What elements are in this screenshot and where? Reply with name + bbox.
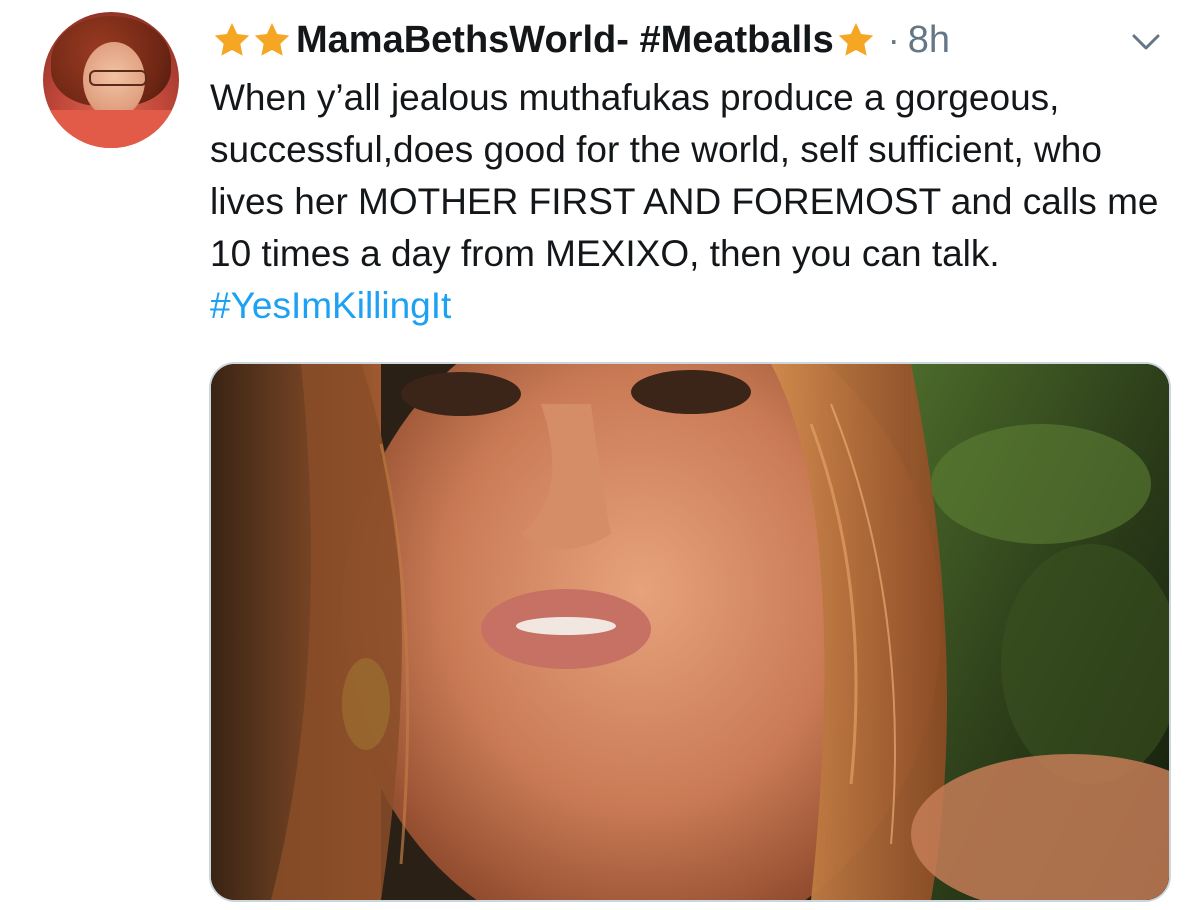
star-icon xyxy=(214,23,250,56)
chevron-down-icon[interactable] xyxy=(1128,24,1164,60)
timestamp[interactable]: 8h xyxy=(908,19,950,62)
photo-icon xyxy=(211,364,1169,900)
star-icon xyxy=(254,23,290,56)
separator-dot: · xyxy=(887,19,900,60)
tweet-text: When y’all jealous muthafukas produce a … xyxy=(210,72,1185,332)
display-name[interactable]: MamaBethsWorld- #Meatballs xyxy=(296,19,834,62)
avatar-glasses xyxy=(89,70,147,86)
avatar-shirt xyxy=(43,110,179,148)
tweet-header: MamaBethsWorld- #Meatballs · 8h xyxy=(212,16,950,64)
tweet: MamaBethsWorld- #Meatballs · 8h When y’a… xyxy=(0,0,1200,910)
avatar[interactable] xyxy=(43,12,179,148)
tweet-photo[interactable] xyxy=(209,362,1171,902)
star-icon xyxy=(838,23,873,56)
tweet-body: When y’all jealous muthafukas produce a … xyxy=(210,77,1159,274)
hashtag-link[interactable]: #YesImKillingIt xyxy=(210,285,451,326)
